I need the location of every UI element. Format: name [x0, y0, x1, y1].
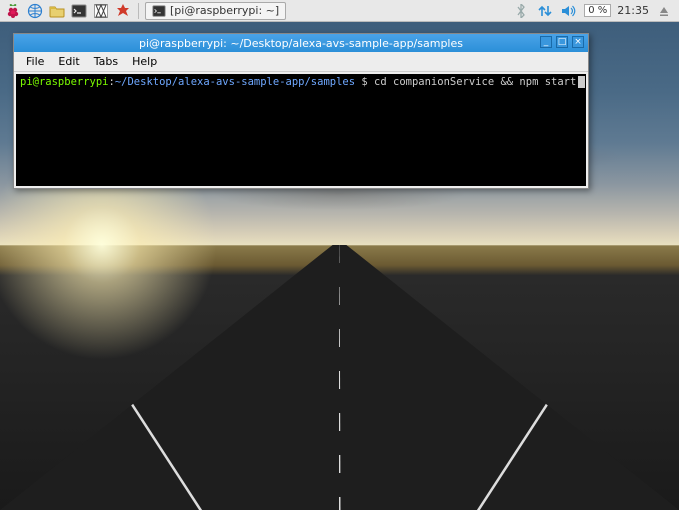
window-title: pi@raspberrypi: ~/Desktop/alexa-avs-samp… — [139, 37, 463, 50]
road — [0, 245, 679, 510]
terminal-cursor — [578, 76, 585, 88]
terminal-icon — [152, 4, 166, 18]
system-tray: 0 % 21:35 — [506, 2, 679, 20]
road-edge-left — [27, 245, 202, 510]
terminal-window[interactable]: pi@raspberrypi: ~/Desktop/alexa-avs-samp… — [13, 33, 589, 189]
prompt-sigil: $ — [355, 76, 374, 88]
mathematica-icon[interactable] — [92, 2, 110, 20]
file-manager-icon[interactable] — [48, 2, 66, 20]
window-titlebar[interactable]: pi@raspberrypi: ~/Desktop/alexa-avs-samp… — [14, 34, 588, 52]
taskbar-separator — [138, 3, 139, 19]
network-updown-icon[interactable] — [536, 2, 554, 20]
window-maximize-button[interactable]: □ — [556, 36, 568, 48]
taskbar: [pi@raspberrypi: ~] 0 % 21:35 — [0, 0, 679, 22]
menu-tabs[interactable]: Tabs — [88, 53, 124, 70]
cpu-usage-badge[interactable]: 0 % — [584, 4, 611, 17]
prompt-user-host: pi@raspberrypi — [20, 76, 109, 88]
terminal-icon[interactable] — [70, 2, 88, 20]
volume-icon[interactable] — [560, 2, 578, 20]
task-button-label: [pi@raspberrypi: ~] — [170, 4, 279, 17]
window-minimize-button[interactable]: _ — [540, 36, 552, 48]
clock[interactable]: 21:35 — [617, 4, 649, 17]
prompt-path: ~/Desktop/alexa-avs-sample-app/samples — [115, 76, 355, 88]
terminal-menubar: File Edit Tabs Help — [14, 52, 588, 72]
wolfram-icon[interactable] — [114, 2, 132, 20]
menu-file[interactable]: File — [20, 53, 50, 70]
menu-edit[interactable]: Edit — [52, 53, 85, 70]
taskbar-task-terminal[interactable]: [pi@raspberrypi: ~] — [145, 2, 286, 20]
prompt-command: cd companionService && npm start — [374, 76, 576, 88]
menu-help[interactable]: Help — [126, 53, 163, 70]
eject-icon[interactable] — [655, 2, 673, 20]
taskbar-launchers: [pi@raspberrypi: ~] — [0, 2, 290, 20]
terminal-body[interactable]: pi@raspberrypi:~/Desktop/alexa-avs-sampl… — [16, 74, 586, 186]
menu-raspberry-icon[interactable] — [4, 2, 22, 20]
window-controls: _ □ × — [540, 36, 584, 48]
browser-globe-icon[interactable] — [26, 2, 44, 20]
road-edge-right — [477, 245, 652, 510]
window-close-button[interactable]: × — [572, 36, 584, 48]
bluetooth-icon[interactable] — [512, 2, 530, 20]
